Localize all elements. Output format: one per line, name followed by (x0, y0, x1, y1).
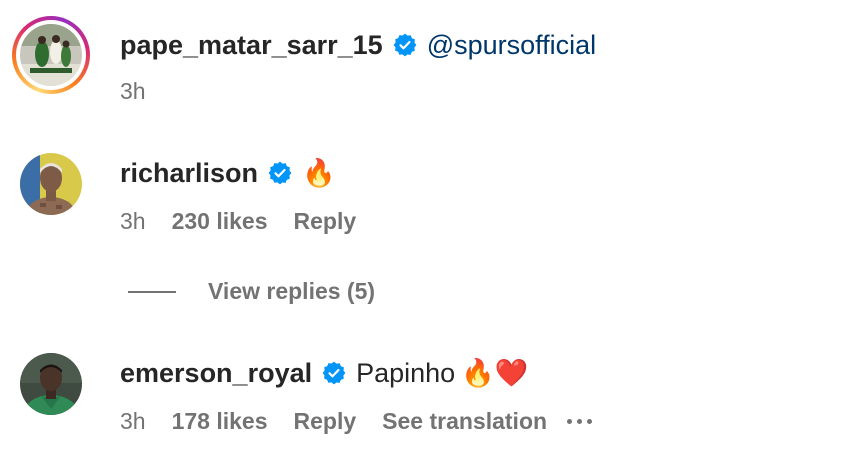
comment-header: richarlison 🔥 (120, 156, 336, 190)
more-dot (567, 418, 573, 424)
likes-count[interactable]: 178 likes (172, 408, 268, 435)
avatar-image (20, 353, 82, 415)
avatar[interactable] (20, 153, 82, 215)
username[interactable]: emerson_royal (120, 358, 312, 389)
avatar[interactable] (20, 353, 82, 415)
comment-item: pape_matar_sarr_15 @spursofficial 3h (0, 0, 858, 120)
comment-header: emerson_royal Papinho 🔥❤️ (120, 356, 528, 390)
fire-heart-emoji: 🔥❤️ (461, 358, 529, 388)
comment-text: Papinho (356, 357, 456, 388)
comment-meta: 3h 178 likes Reply See translation (120, 408, 593, 435)
replies-divider (128, 290, 176, 293)
verified-badge-icon (268, 161, 292, 185)
reply-button[interactable]: Reply (294, 408, 357, 435)
username[interactable]: richarlison (120, 158, 258, 189)
story-ring-gap (16, 20, 86, 90)
likes-count[interactable]: 230 likes (172, 208, 268, 235)
see-translation-button[interactable]: See translation (382, 408, 547, 435)
comment-meta: 3h 230 likes Reply (120, 208, 382, 234)
reply-button[interactable]: Reply (294, 208, 357, 235)
verified-badge-icon (322, 361, 346, 385)
comment-meta: 3h (120, 78, 172, 104)
timestamp[interactable]: 3h (120, 78, 146, 105)
timestamp[interactable]: 3h (120, 208, 146, 235)
avatar-image (20, 24, 82, 86)
comment-item: richarlison 🔥 3h 230 likes Reply (0, 140, 858, 250)
avatar-image (20, 153, 82, 215)
story-ring[interactable] (12, 16, 90, 94)
comment-item: emerson_royal Papinho 🔥❤️ 3h 178 likes R… (0, 340, 858, 450)
view-replies-label: View replies (5) (208, 278, 376, 304)
timestamp[interactable]: 3h (120, 408, 146, 435)
comment-header: pape_matar_sarr_15 @spursofficial (120, 28, 596, 62)
verified-badge-icon (393, 33, 417, 57)
more-dot (587, 418, 593, 424)
fire-emoji: 🔥 (302, 158, 336, 188)
mention-link[interactable]: @spursofficial (427, 30, 596, 61)
avatar[interactable] (20, 24, 82, 86)
view-replies-button[interactable]: View replies (5) (128, 278, 375, 305)
more-dot (577, 418, 583, 424)
username[interactable]: pape_matar_sarr_15 (120, 30, 383, 61)
more-options-icon[interactable] (567, 411, 593, 431)
